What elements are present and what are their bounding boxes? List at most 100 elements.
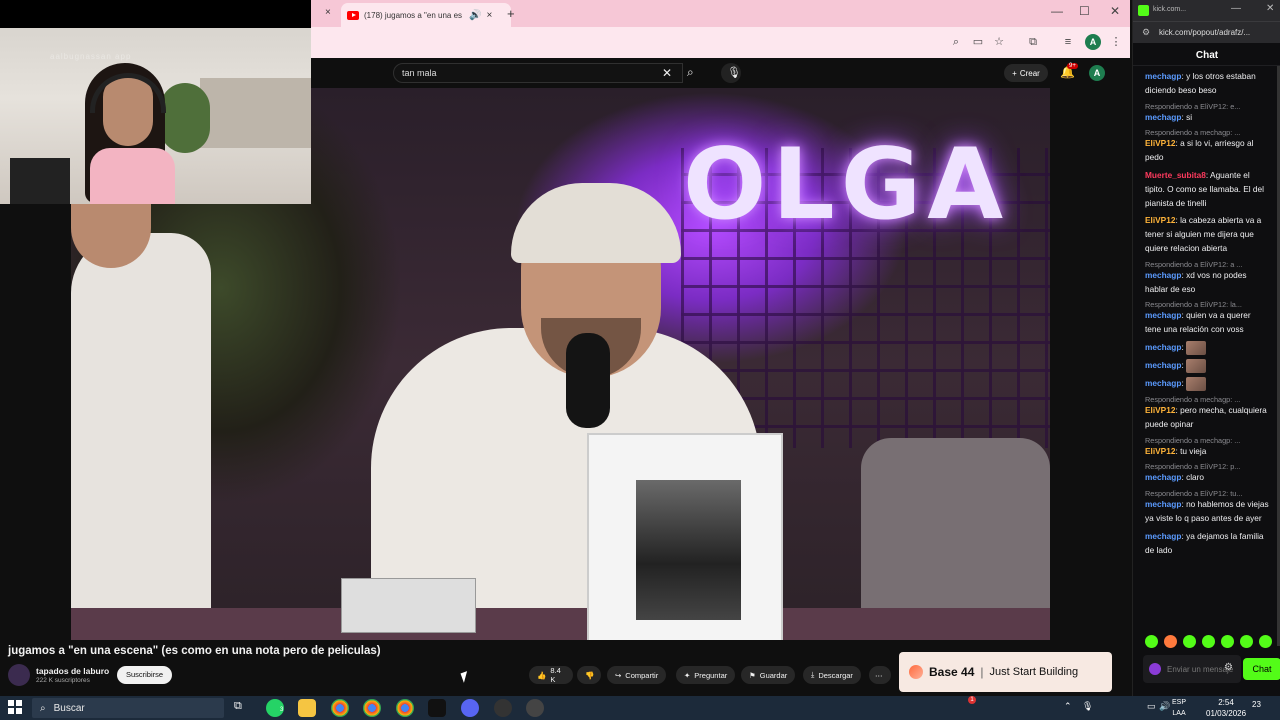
- chat-username[interactable]: mechagp: [1145, 310, 1181, 320]
- chat-username[interactable]: mechagp: [1145, 71, 1181, 81]
- chat-username[interactable]: Muerte_subita8: [1145, 170, 1206, 180]
- media-icon[interactable]: ≡: [1060, 34, 1076, 50]
- taskbar-search[interactable]: ⌕ Buscar: [32, 698, 224, 718]
- speaker-icon[interactable]: 🔊: [469, 10, 481, 21]
- mic-tray-icon[interactable]: 🎙: [1082, 701, 1093, 712]
- app-icon[interactable]: [526, 699, 544, 717]
- ad-separator: |: [980, 665, 984, 679]
- chat-message: mechagp: no hablemos de viejas ya viste …: [1145, 499, 1269, 523]
- chat-username[interactable]: EliVP12: [1145, 138, 1175, 148]
- chat-username[interactable]: EliVP12: [1145, 215, 1175, 225]
- chat-text: claro: [1186, 472, 1205, 483]
- share-button[interactable]: ↪ Compartir: [607, 666, 667, 684]
- search-icon[interactable]: ⌕: [687, 65, 694, 80]
- new-tab-button[interactable]: +: [507, 6, 515, 21]
- tiktok-icon[interactable]: [428, 699, 446, 717]
- ask-button[interactable]: ✦ Preguntar: [676, 666, 736, 684]
- volume-icon[interactable]: 🔊: [1159, 701, 1170, 712]
- emote-icon[interactable]: [1259, 635, 1272, 648]
- webcam-watermark: aalbugnassan app: [50, 52, 132, 61]
- emote-icon[interactable]: [1183, 635, 1196, 648]
- chat-close-button[interactable]: ✕: [1266, 3, 1274, 14]
- star-icon[interactable]: ☆: [991, 34, 1007, 50]
- chat-username[interactable]: mechagp: [1145, 360, 1181, 370]
- menu-icon[interactable]: ⋮: [1108, 34, 1124, 50]
- minimize-button[interactable]: —: [1051, 4, 1063, 18]
- youtube-icon: [347, 10, 359, 20]
- download-button[interactable]: ⤓ Descargar: [803, 666, 861, 684]
- profile-avatar[interactable]: A: [1085, 34, 1101, 50]
- chat-titlebar: kick.com... — ✕: [1133, 0, 1280, 21]
- search-input[interactable]: tan mala: [393, 63, 683, 83]
- create-button[interactable]: + Crear: [1004, 64, 1048, 82]
- chat-username[interactable]: mechagp: [1145, 112, 1181, 122]
- network-icon[interactable]: ▭: [1147, 701, 1156, 712]
- site-settings-icon[interactable]: ⚙: [1142, 27, 1150, 38]
- chrome-icon[interactable]: [363, 699, 381, 717]
- dislike-button[interactable]: 👎: [577, 666, 601, 684]
- chrome-icon[interactable]: [331, 699, 349, 717]
- windows-start-icon[interactable]: [8, 700, 24, 716]
- download-icon: ⤓: [811, 670, 815, 679]
- extensions-icon[interactable]: ⧉: [1025, 34, 1041, 50]
- chat-username[interactable]: mechagp: [1145, 270, 1181, 280]
- tab-title: (178) jugamos a "en una es: [364, 10, 463, 20]
- chat-minimize-button[interactable]: —: [1231, 3, 1241, 14]
- chat-username[interactable]: mechagp: [1145, 499, 1181, 509]
- emote-icon[interactable]: [1202, 635, 1215, 648]
- chair: [10, 158, 70, 204]
- subscribe-button[interactable]: Suscribirse: [117, 666, 172, 684]
- taskbar: ⌕ Buscar ⧉ 3 1 ⌃ 🎙 ▭ 🔊 ESP LAA 2:54 01/0…: [0, 696, 1280, 720]
- emote-icon[interactable]: [1221, 635, 1234, 648]
- chat-settings-icon[interactable]: ⚙: [1224, 662, 1233, 673]
- chat-username[interactable]: mechagp: [1145, 472, 1181, 482]
- obs-icon[interactable]: [494, 699, 512, 717]
- notification-center-icon[interactable]: 23: [1252, 700, 1270, 716]
- chat-message: mechagp:: [1145, 358, 1269, 373]
- emote-icon[interactable]: [1240, 635, 1253, 648]
- emote-icon[interactable]: [1164, 635, 1177, 648]
- chat-url-bar[interactable]: kick.com/popout/adrafz/...: [1133, 21, 1280, 43]
- voice-search-button[interactable]: 🎙: [721, 63, 741, 83]
- close-window-left-icon[interactable]: ×: [325, 7, 331, 18]
- tab-close-icon[interactable]: ×: [486, 10, 492, 21]
- cast-icon[interactable]: ▭: [970, 34, 986, 50]
- chat-username[interactable]: mechagp: [1145, 342, 1181, 352]
- chat-username[interactable]: mechagp: [1145, 531, 1181, 541]
- language-indicator[interactable]: ESP LAA: [1172, 697, 1186, 719]
- maximize-button[interactable]: ☐: [1079, 4, 1090, 18]
- chat-message: EliVP12: a si lo vi, arriesgo al pedo: [1145, 138, 1254, 163]
- chat-username[interactable]: mechagp: [1145, 378, 1181, 388]
- address-bar[interactable]: ⌕ ▭ ☆ ⧉ ≡ A ⋮: [311, 27, 1130, 58]
- save-button[interactable]: ⚑ Guardar: [741, 666, 796, 684]
- channel-name[interactable]: tapados de laburo: [36, 666, 109, 676]
- zoom-icon[interactable]: ⌕: [948, 34, 964, 50]
- tray-chevron-icon[interactable]: ⌃: [1064, 701, 1072, 712]
- chat-message: mechagp: y los otros estaban diciendo be…: [1145, 71, 1256, 95]
- task-view-icon[interactable]: ⧉: [234, 700, 242, 713]
- ad-banner[interactable]: Base 44 | Just Start Building: [899, 652, 1112, 692]
- file-explorer-icon[interactable]: [298, 699, 316, 717]
- chrome-icon[interactable]: [396, 699, 414, 717]
- microphone: [566, 333, 610, 428]
- clock[interactable]: 2:54 01/03/2026: [1206, 697, 1246, 719]
- like-button[interactable]: 👍 8.4 K: [529, 666, 573, 684]
- emote-icon[interactable]: [1145, 635, 1158, 648]
- chat-reply-context: Respondiendo a mechagp: ...: [1145, 128, 1241, 138]
- chat-message: mechagp:: [1145, 340, 1269, 355]
- kick-icon: [1138, 5, 1149, 16]
- account-avatar[interactable]: A: [1089, 65, 1105, 81]
- chat-emote: [1186, 358, 1207, 373]
- channel-avatar[interactable]: [8, 664, 30, 686]
- discord-icon[interactable]: [461, 699, 479, 717]
- tab-youtube[interactable]: (178) jugamos a "en una es 🔊 ×: [341, 3, 511, 27]
- chat-username[interactable]: EliVP12: [1145, 446, 1175, 456]
- more-actions-button[interactable]: ⋯: [869, 666, 891, 684]
- chat-username[interactable]: EliVP12: [1145, 405, 1175, 415]
- emoji-picker-icon[interactable]: [1149, 663, 1161, 675]
- chat-message: mechagp: si: [1145, 111, 1193, 122]
- close-button[interactable]: ✕: [1110, 4, 1120, 18]
- clear-search-icon[interactable]: ✕: [662, 66, 672, 80]
- chat-send-button[interactable]: Chat: [1243, 658, 1280, 680]
- chat-header: Chat: [1133, 46, 1280, 66]
